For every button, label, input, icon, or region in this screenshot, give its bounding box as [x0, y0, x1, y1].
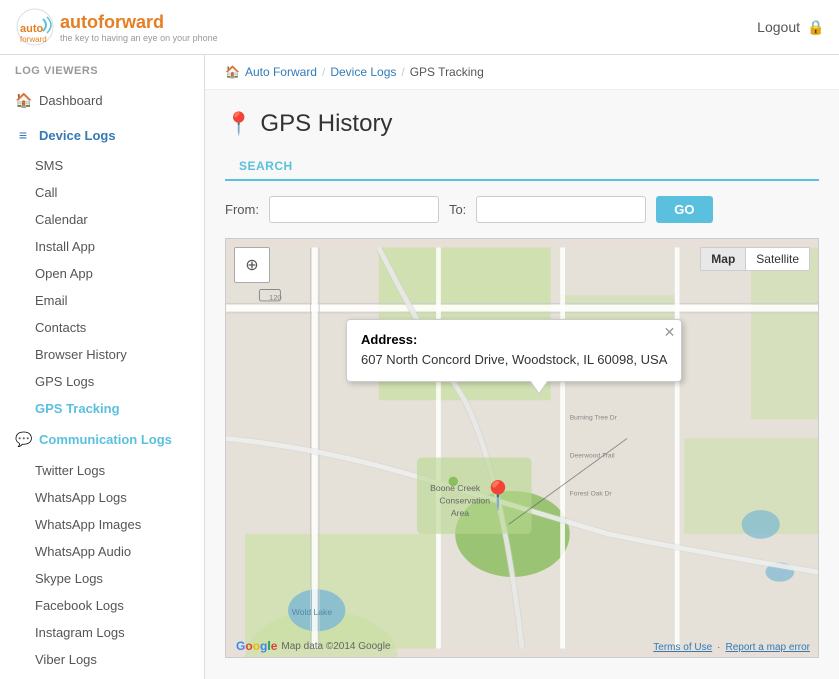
report-map-error-link[interactable]: Report a map error	[726, 642, 810, 653]
popup-address-label: Address:	[361, 332, 667, 347]
sidebar-item-twitter-logs[interactable]: Twitter Logs	[0, 457, 204, 484]
sidebar-comm-logs-label: Communication Logs	[39, 432, 172, 447]
search-row: From: To: GO	[225, 196, 819, 223]
sidebar: LOG VIEWERS 🏠 Dashboard ≡ Device Logs SM…	[0, 55, 205, 679]
logo: auto forward autoforward the key to havi…	[15, 7, 218, 47]
map-popup: ✕ Address: 607 North Concord Drive, Wood…	[346, 319, 682, 382]
sidebar-item-install-app[interactable]: Install App	[0, 233, 204, 260]
breadcrumb-auto-forward[interactable]: Auto Forward	[245, 65, 317, 79]
svg-text:Forest Oak Dr: Forest Oak Dr	[570, 491, 613, 498]
sidebar-item-browser-history[interactable]: Browser History	[0, 341, 204, 368]
go-button[interactable]: GO	[656, 196, 712, 223]
lock-icon: 🔒	[808, 19, 824, 35]
sidebar-item-communication-logs[interactable]: 💬 Communication Logs	[0, 422, 204, 457]
map-footer-right: Terms of Use · Report a map error	[653, 642, 810, 653]
sidebar-item-gps-tracking[interactable]: GPS Tracking	[0, 395, 204, 422]
breadcrumb: 🏠 Auto Forward / Device Logs / GPS Track…	[205, 55, 839, 90]
google-logo: Google	[236, 639, 277, 653]
page-title-row: 📍 GPS History	[225, 110, 819, 138]
sidebar-item-sms[interactable]: SMS	[0, 152, 204, 179]
popup-close-button[interactable]: ✕	[664, 324, 676, 341]
sidebar-item-instagram-logs[interactable]: Instagram Logs	[0, 619, 204, 646]
sidebar-item-open-app[interactable]: Open App	[0, 260, 204, 287]
map-footer-separator: ·	[717, 642, 720, 653]
gps-pin-icon: 📍	[225, 111, 252, 137]
breadcrumb-gps-tracking: GPS Tracking	[410, 65, 484, 79]
from-input[interactable]	[269, 196, 439, 223]
sidebar-item-calendar[interactable]: Calendar	[0, 206, 204, 233]
sidebar-item-whatsapp-images[interactable]: WhatsApp Images	[0, 511, 204, 538]
map-pin: 📍	[481, 479, 516, 512]
chat-icon: 💬	[15, 431, 31, 448]
svg-text:forward: forward	[20, 35, 47, 44]
logo-icon: auto forward	[15, 7, 55, 47]
map-type-satellite-button[interactable]: Satellite	[746, 248, 809, 270]
sidebar-item-email[interactable]: Email	[0, 287, 204, 314]
popup-address-text: 607 North Concord Drive, Woodstock, IL 6…	[361, 351, 667, 369]
breadcrumb-sep2: /	[401, 65, 404, 79]
sidebar-item-call[interactable]: Call	[0, 179, 204, 206]
header: auto forward autoforward the key to havi…	[0, 0, 839, 55]
sidebar-item-viber-logs[interactable]: Viber Logs	[0, 646, 204, 673]
sidebar-section-title: LOG VIEWERS	[0, 55, 204, 83]
map-type-map-button[interactable]: Map	[701, 248, 746, 270]
tab-search[interactable]: SEARCH	[225, 153, 307, 181]
map-nav-control[interactable]: ⊕	[234, 247, 270, 283]
home-icon: 🏠	[15, 92, 31, 109]
list-icon: ≡	[15, 127, 31, 143]
map-container: Boone Creek Conservation Area 120 Wold L…	[225, 238, 819, 658]
crosshair-icon: ⊕	[245, 255, 258, 275]
logo-brand: autoforward	[60, 12, 218, 33]
sidebar-item-device-logs[interactable]: ≡ Device Logs	[0, 118, 204, 152]
layout: LOG VIEWERS 🏠 Dashboard ≡ Device Logs SM…	[0, 55, 839, 679]
map-background: Boone Creek Conservation Area 120 Wold L…	[226, 239, 818, 657]
page-content: 📍 GPS History SEARCH From: To: GO	[205, 90, 839, 678]
svg-text:Wold Lake: Wold Lake	[292, 607, 333, 617]
to-label: To:	[449, 202, 466, 217]
sidebar-device-logs-label: Device Logs	[39, 128, 116, 143]
sidebar-item-whatsapp-logs[interactable]: WhatsApp Logs	[0, 484, 204, 511]
terms-of-use-link[interactable]: Terms of Use	[653, 642, 712, 653]
breadcrumb-device-logs[interactable]: Device Logs	[330, 65, 396, 79]
svg-text:Deerwood Trail: Deerwood Trail	[570, 453, 615, 460]
main-content: 🏠 Auto Forward / Device Logs / GPS Track…	[205, 55, 839, 679]
sidebar-item-facebook-logs[interactable]: Facebook Logs	[0, 592, 204, 619]
breadcrumb-home-icon: 🏠	[225, 65, 240, 79]
svg-text:Burning Tree Dr: Burning Tree Dr	[570, 414, 618, 421]
sidebar-item-bbm-logs[interactable]: BBM Logs	[0, 673, 204, 679]
map-type-buttons: Map Satellite	[700, 247, 810, 271]
sidebar-item-whatsapp-audio[interactable]: WhatsApp Audio	[0, 538, 204, 565]
sidebar-item-dashboard[interactable]: 🏠 Dashboard	[0, 83, 204, 118]
sidebar-dashboard-label: Dashboard	[39, 93, 103, 108]
header-right: Logout 🔒	[757, 19, 824, 35]
from-label: From:	[225, 202, 259, 217]
svg-text:auto: auto	[20, 23, 44, 35]
logout-link[interactable]: Logout	[757, 19, 800, 35]
search-tab-bar: SEARCH	[225, 153, 819, 181]
breadcrumb-sep1: /	[322, 65, 325, 79]
logo-text-block: autoforward the key to having an eye on …	[60, 12, 218, 43]
to-input[interactable]	[476, 196, 646, 223]
page-title: GPS History	[260, 110, 392, 138]
sidebar-item-gps-logs[interactable]: GPS Logs	[0, 368, 204, 395]
sidebar-item-skype-logs[interactable]: Skype Logs	[0, 565, 204, 592]
logo-tagline: the key to having an eye on your phone	[60, 33, 218, 43]
sidebar-item-contacts[interactable]: Contacts	[0, 314, 204, 341]
map-footer: Google Map data ©2014 Google	[236, 639, 391, 653]
map-data-text: Map data ©2014 Google	[281, 641, 390, 652]
svg-text:Area: Area	[451, 508, 469, 518]
